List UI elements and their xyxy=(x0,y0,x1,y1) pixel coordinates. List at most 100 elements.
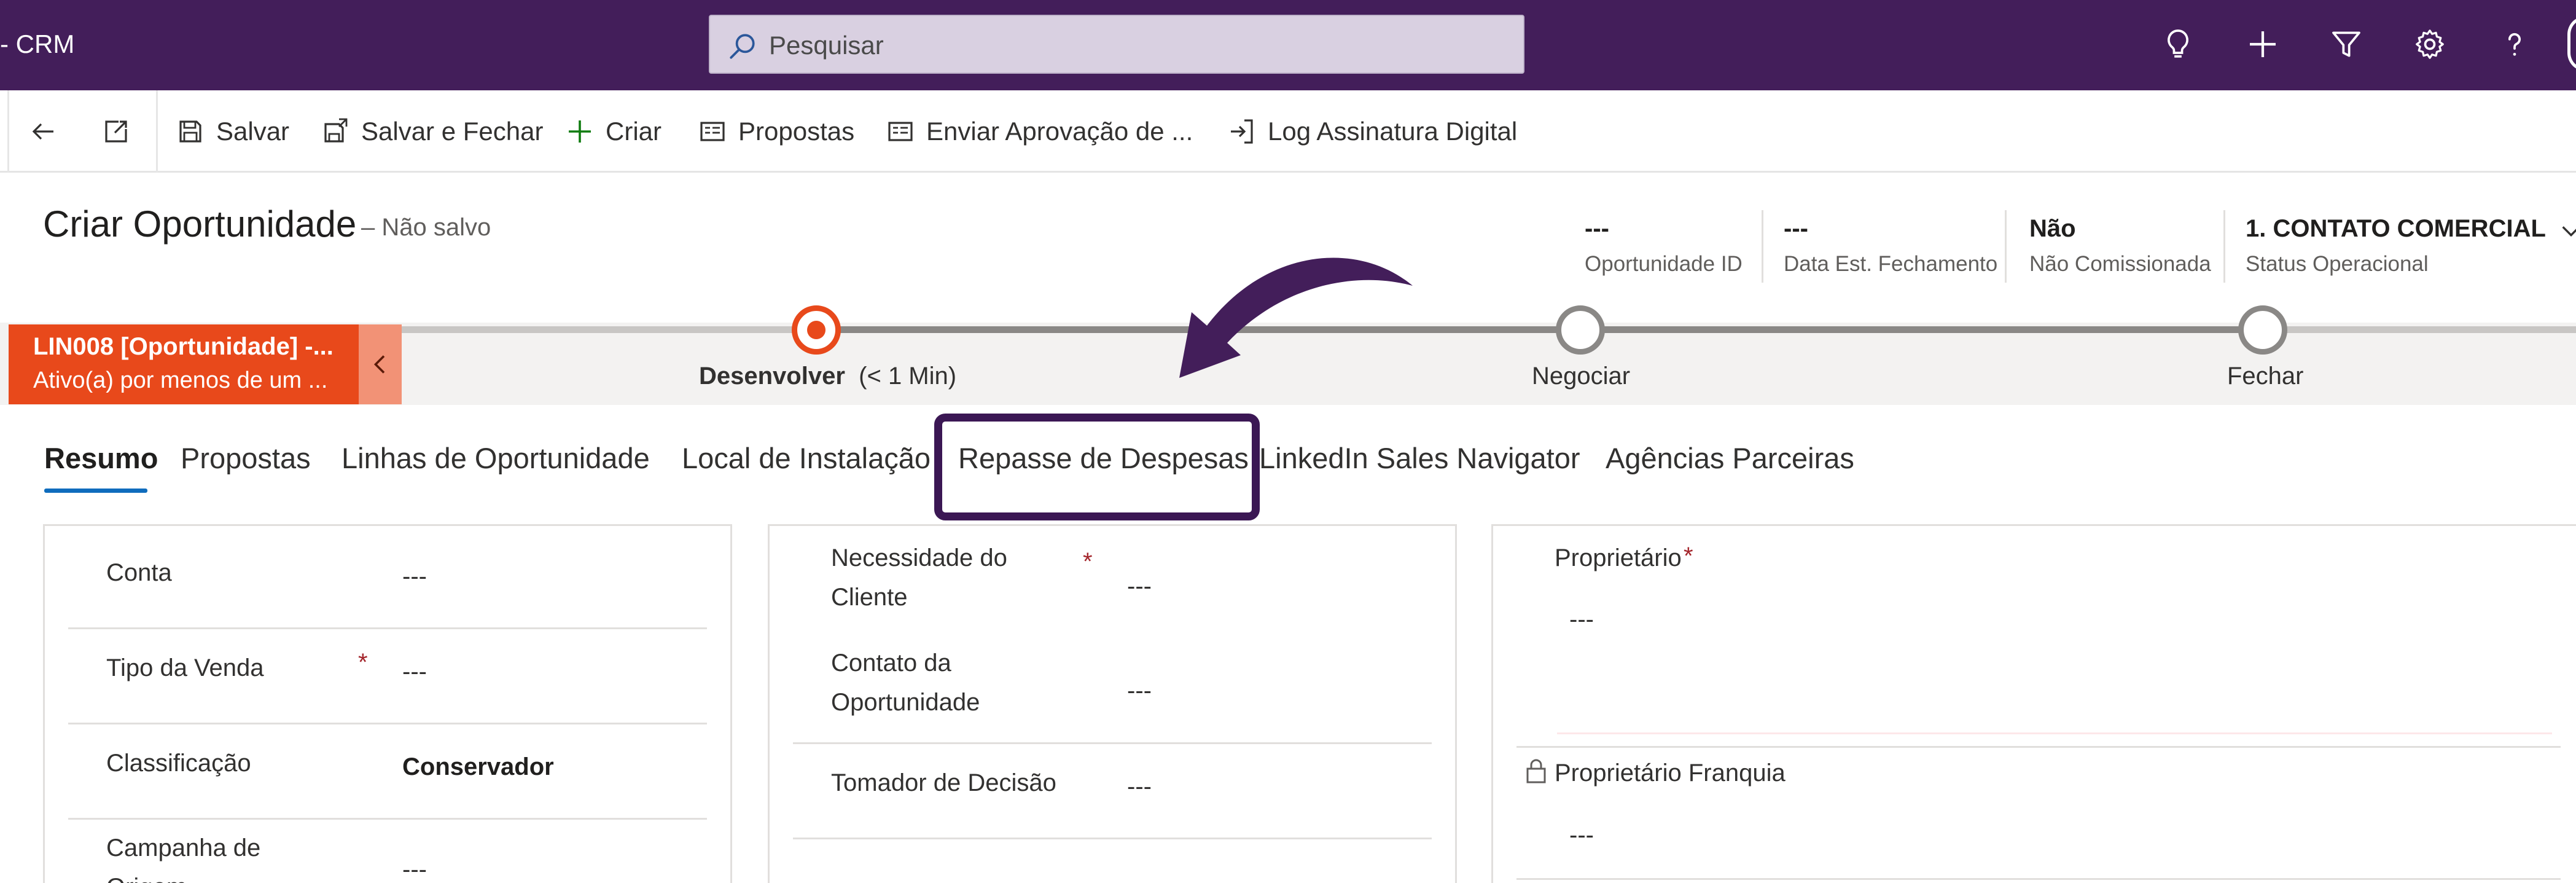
chevron-left-icon xyxy=(373,355,385,374)
active-tab-indicator xyxy=(44,489,147,493)
search-box[interactable] xyxy=(709,15,1524,74)
header-field-label: Status Operacional xyxy=(2246,252,2429,276)
command-bar-divider xyxy=(7,90,9,173)
tab-local-de-instalacao[interactable]: Local de Instalação xyxy=(682,441,931,475)
proposals-button[interactable]: Propostas xyxy=(698,114,854,149)
annotation-arrow xyxy=(1179,257,1413,378)
field-label-contato-da-oportunidade: Contato da Oportunidade xyxy=(831,649,980,716)
command-bar: Salvar Salvar e Fechar Criar Propostas E… xyxy=(0,90,2576,173)
save-label: Salvar xyxy=(216,117,290,146)
signature-log-button[interactable]: Log Assinatura Digital xyxy=(1227,114,1517,149)
process-collapse-button[interactable] xyxy=(359,324,402,404)
section-ownership: Proprietário * --- Proprietário Franquia… xyxy=(1491,524,2576,883)
help-icon[interactable] xyxy=(2491,21,2538,68)
row-divider xyxy=(68,627,707,629)
header-field-opportunity-id[interactable]: --- Oportunidade ID xyxy=(1585,212,1743,280)
row-divider xyxy=(68,723,707,724)
header-field-label: Data Est. Fechamento xyxy=(1784,252,1998,276)
header-field-est-close-date[interactable]: --- Data Est. Fechamento xyxy=(1784,212,1997,280)
section-customer-needs: Necessidade do Cliente * --- Contato da Op… xyxy=(768,524,1457,883)
process-flag-subtitle: Ativo(a) por menos de um ... xyxy=(33,367,328,393)
search-icon xyxy=(730,34,755,59)
row-divider xyxy=(68,818,707,820)
command-bar-divider xyxy=(156,90,158,173)
plus-icon[interactable] xyxy=(2239,21,2286,68)
tab-agencias-parceiras[interactable]: Agências Parceiras xyxy=(1606,441,1854,475)
stage-develop-label[interactable]: Desenvolver (< 1 Min) xyxy=(699,363,956,390)
header-divider xyxy=(1762,210,1763,283)
tab-resumo[interactable]: Resumo xyxy=(44,441,158,475)
form-icon xyxy=(888,122,913,141)
lookup-underline xyxy=(1557,732,2552,734)
open-new-window-button[interactable] xyxy=(95,110,138,153)
row-divider xyxy=(1516,746,2561,748)
stage-duration: (< 1 Min) xyxy=(859,363,957,390)
create-button[interactable]: Criar xyxy=(565,114,662,149)
annotation-highlight-box xyxy=(934,414,1260,520)
send-approval-button[interactable]: Enviar Aprovação de ... xyxy=(886,114,1193,149)
search-input[interactable] xyxy=(769,27,1506,64)
header-field-label: Oportunidade ID xyxy=(1585,252,1743,276)
row-divider xyxy=(793,742,1432,744)
stage-close-label[interactable]: Fechar xyxy=(2227,363,2304,390)
field-label-campanha-de-origem: Campanha deOrigem xyxy=(106,834,261,883)
arrow-left-icon xyxy=(32,123,53,140)
header-field-value: --- xyxy=(1784,215,1808,242)
create-label: Criar xyxy=(606,117,662,146)
field-value-conta[interactable]: --- xyxy=(402,563,427,591)
field-label-tipo-da-venda: Tipo da Venda xyxy=(106,654,264,681)
header-divider xyxy=(2005,210,2007,283)
field-value-necessidade-do-cliente[interactable]: --- xyxy=(1127,573,1152,600)
field-label-conta: Conta xyxy=(106,559,172,586)
required-indicator: * xyxy=(1083,548,1093,575)
row-divider xyxy=(1516,878,2561,880)
stage-develop-marker[interactable] xyxy=(792,305,841,355)
header-field-value: 1. CONTATO COMERCIAL xyxy=(2246,215,2546,242)
header-divider xyxy=(2223,210,2225,283)
header-field-value: Não xyxy=(2029,215,2076,242)
save-and-close-label: Salvar e Fechar xyxy=(361,117,544,146)
field-label-classificacao: Classificação xyxy=(106,750,251,777)
chevron-down-icon[interactable] xyxy=(2559,219,2576,243)
field-value-proprietario-franquia: --- xyxy=(1569,822,1594,849)
stage-negotiate-marker[interactable] xyxy=(1556,305,1605,355)
back-button[interactable] xyxy=(22,110,65,153)
required-indicator: * xyxy=(358,649,368,676)
required-indicator: * xyxy=(1684,543,1693,570)
tab-linhas-de-oportunidade[interactable]: Linhas de Oportunidade xyxy=(342,441,650,475)
field-value-tipo-da-venda[interactable]: --- xyxy=(402,658,427,686)
save-and-close-button[interactable]: Salvar e Fechar xyxy=(321,114,543,149)
field-value-proprietario[interactable]: --- xyxy=(1569,606,1594,634)
signature-log-label: Log Assinatura Digital xyxy=(1268,117,1518,146)
plus-icon xyxy=(569,120,591,143)
field-value-tomador-de-decisao[interactable]: --- xyxy=(1127,773,1152,801)
sign-in-icon xyxy=(1231,119,1253,144)
filter-icon[interactable] xyxy=(2323,21,2370,68)
save-status: – Não salvo xyxy=(361,214,491,241)
process-flag-title: LIN008 [Oportunidade] -... xyxy=(33,333,334,360)
section-account-info: Conta --- Tipo da Venda * --- Classifica… xyxy=(43,524,732,883)
lock-icon xyxy=(1526,759,1546,783)
tab-propostas[interactable]: Propostas xyxy=(181,441,311,475)
row-divider xyxy=(793,838,1432,839)
app-title[interactable]: - CRM xyxy=(0,29,74,59)
field-value-contato-da-oportunidade[interactable]: --- xyxy=(1127,677,1152,705)
header-field-label: Não Comissionada xyxy=(2029,252,2211,276)
send-approval-label: Enviar Aprovação de ... xyxy=(926,117,1193,146)
header-field-commissioned[interactable]: Não Não Comissionada xyxy=(2029,212,2211,280)
stage-close-marker[interactable] xyxy=(2238,305,2287,355)
lightbulb-icon[interactable] xyxy=(2155,21,2201,68)
field-value-classificacao[interactable]: Conservador xyxy=(402,753,554,781)
header-field-operational-status[interactable]: 1. CONTATO COMERCIAL Status Operacional xyxy=(2246,212,2546,280)
field-value-campanha-de-origem[interactable]: --- xyxy=(402,856,427,883)
proposals-label: Propostas xyxy=(738,117,855,146)
open-in-new-window-icon xyxy=(105,120,127,143)
field-label-tomador-de-decisao: Tomador de Decisão xyxy=(831,769,1056,796)
field-label-proprietario-franquia: Proprietário Franquia xyxy=(1555,759,1786,787)
process-flag[interactable]: LIN008 [Oportunidade] -... Ativo(a) por … xyxy=(9,324,359,404)
gear-icon[interactable] xyxy=(2406,21,2453,68)
stage-negotiate-label[interactable]: Negociar xyxy=(1532,363,1630,390)
avatar[interactable] xyxy=(2567,16,2576,71)
tab-linkedin-sales-navigator[interactable]: LinkedIn Sales Navigator xyxy=(1259,441,1580,475)
save-button[interactable]: Salvar xyxy=(176,114,289,149)
